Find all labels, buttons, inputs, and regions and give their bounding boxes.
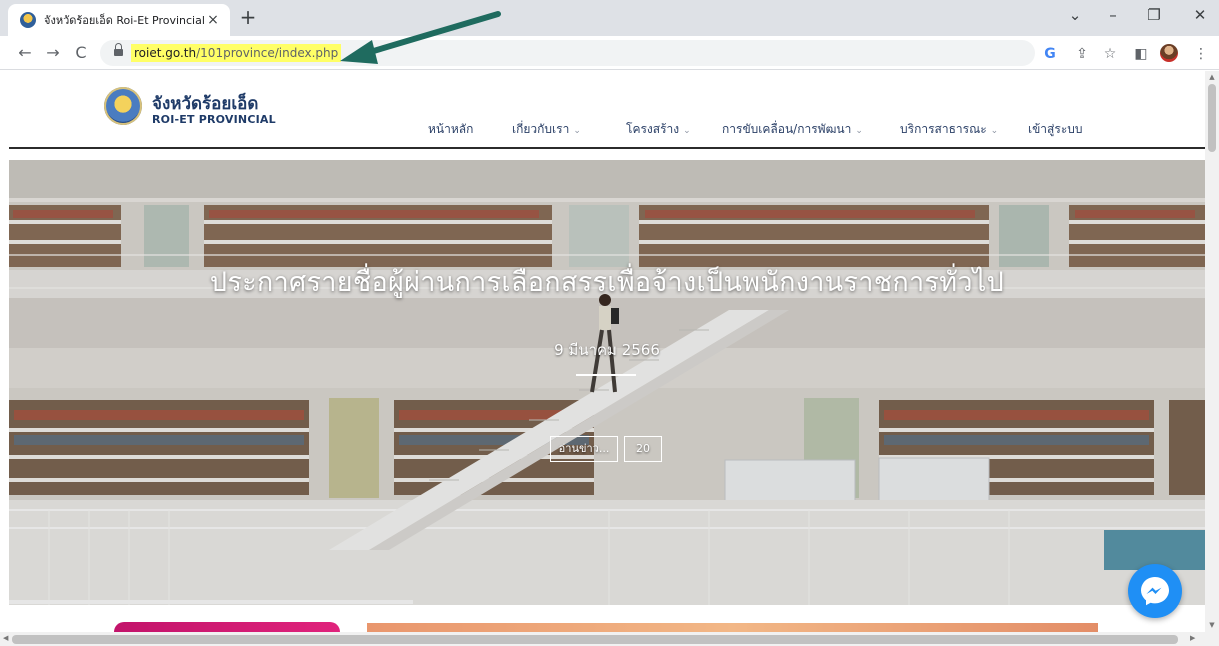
hero-banner[interactable]: ประกาศรายชื่อผู้ผ่านการเลือกสรรเพื่อจ้าง…: [9, 160, 1205, 605]
chevron-down-icon: ⌄: [683, 126, 691, 136]
vertical-scrollbar[interactable]: [1205, 71, 1219, 632]
chevron-down-icon: ⌄: [990, 126, 999, 136]
scroll-left-arrow-icon[interactable]: ◀: [3, 634, 8, 642]
scroll-right-arrow-icon[interactable]: ▶: [1190, 634, 1195, 642]
menu-icon[interactable]: ⋮: [1192, 45, 1210, 63]
nav-item-structure[interactable]: โครงสร้าง ⌄: [626, 120, 691, 139]
scroll-down-arrow-icon[interactable]: ▼: [1207, 621, 1217, 629]
back-button[interactable]: ←: [14, 42, 36, 64]
view-count-badge: 20: [624, 436, 662, 462]
site-name-english[interactable]: ROI-ET PROVINCIAL: [152, 113, 276, 126]
share-icon[interactable]: ⇪: [1073, 45, 1091, 63]
site-header: จังหวัดร้อยเอ็ด ROI-ET PROVINCIAL หน้าหล…: [0, 71, 1205, 149]
province-seal-logo[interactable]: [104, 87, 142, 125]
messenger-chat-button[interactable]: [1128, 564, 1182, 618]
lock-icon[interactable]: [114, 43, 123, 58]
nav-item-public-services[interactable]: บริการสาธารณะ ⌄: [900, 120, 998, 139]
library-background-image: [9, 160, 1205, 605]
horizontal-scroll-thumb[interactable]: [12, 635, 1178, 644]
nav-item-login[interactable]: เข้าสู่ระบบ: [1028, 120, 1083, 139]
vertical-scroll-thumb[interactable]: [1208, 84, 1216, 152]
profile-avatar[interactable]: [1160, 44, 1178, 62]
reload-button[interactable]: C: [70, 42, 92, 64]
site-favicon-icon: [20, 12, 36, 28]
tab-title: จังหวัดร้อยเอ็ด Roi-Et Provincial: [44, 14, 204, 27]
tab-close-icon[interactable]: ×: [204, 12, 222, 28]
nav-item-about[interactable]: เกี่ยวกับเรา ⌄: [512, 120, 581, 139]
browser-toolbar: ← → C roiet.go.th/101province/index.php: [0, 36, 1219, 70]
scroll-up-arrow-icon[interactable]: ▲: [1207, 73, 1217, 81]
bookmark-star-icon[interactable]: ☆: [1101, 45, 1119, 63]
minimize-button[interactable]: –: [1098, 6, 1128, 24]
header-divider: [9, 147, 1205, 149]
tab-bar: จังหวัดร้อยเอ็ด Roi-Et Provincial × + ⌄ …: [0, 0, 1219, 36]
hero-date: 9 มีนาคม 2566: [554, 341, 660, 359]
restore-button[interactable]: ❐: [1139, 6, 1169, 24]
hero-bottom-strip: [9, 600, 413, 604]
chevron-down-icon: ⌄: [855, 126, 863, 136]
hero-headline[interactable]: ประกาศรายชื่อผู้ผ่านการเลือกสรรเพื่อจ้าง…: [9, 260, 1205, 303]
forward-button[interactable]: →: [42, 42, 64, 64]
address-bar[interactable]: roiet.go.th/101province/index.php: [100, 40, 1035, 66]
nav-item-home[interactable]: หน้าหลัก: [428, 120, 473, 139]
chevron-down-icon: ⌄: [573, 126, 581, 136]
new-tab-button[interactable]: +: [236, 6, 260, 30]
side-panel-icon[interactable]: ◧: [1132, 45, 1150, 63]
browser-tab[interactable]: จังหวัดร้อยเอ็ด Roi-Et Provincial ×: [8, 4, 230, 36]
nav-item-development[interactable]: การขับเคลื่อน/การพัฒนา ⌄: [722, 120, 863, 139]
close-window-button[interactable]: ✕: [1185, 6, 1215, 24]
url-text[interactable]: roiet.go.th/101province/index.php: [131, 44, 342, 62]
tab-search-icon[interactable]: ⌄: [1060, 6, 1090, 24]
hero-divider: [576, 374, 636, 376]
messenger-icon: [1141, 577, 1169, 606]
google-translate-icon[interactable]: G: [1041, 45, 1059, 63]
read-more-button[interactable]: อ่านข่าว...: [550, 436, 618, 462]
